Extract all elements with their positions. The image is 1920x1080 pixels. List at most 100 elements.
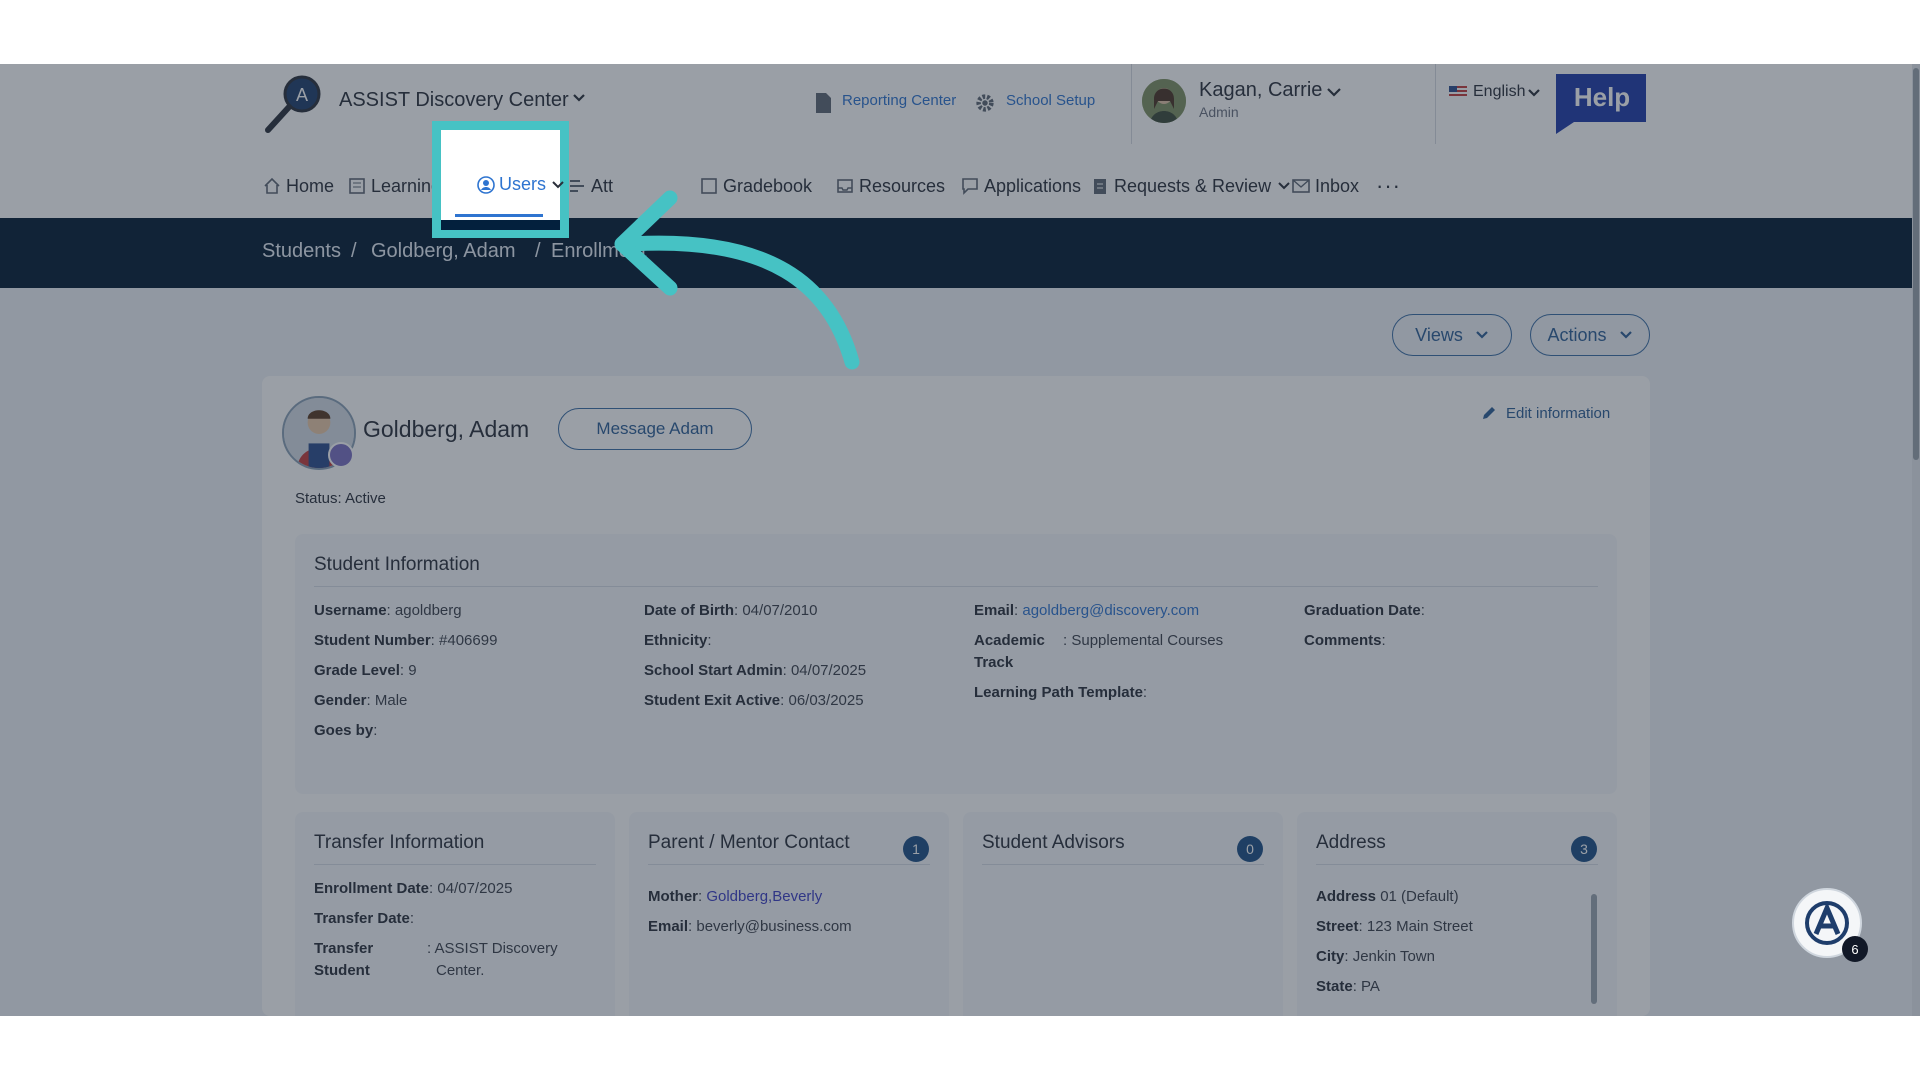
- student-profile-panel: Goldberg, Adam Message Adam Edit informa…: [262, 376, 1650, 1016]
- status-label: Status:: [295, 490, 342, 507]
- learning-path-template-field: Learning Path Template:: [974, 684, 1148, 701]
- transfer-student-value-2: Center.: [436, 962, 485, 979]
- user-avatar[interactable]: [1142, 79, 1186, 123]
- school-start-field: School Start Admin: 04/07/2025: [644, 662, 867, 679]
- book-icon: [349, 178, 365, 194]
- nav-more-button[interactable]: ···: [1376, 154, 1401, 218]
- attendance-icon: [570, 180, 584, 192]
- scrollbar-thumb[interactable]: [1913, 68, 1919, 460]
- card-title: Address: [1316, 832, 1386, 853]
- main-content: Views Actions Goldberg, Adam Message Ada…: [0, 288, 1920, 1016]
- reporting-center-link[interactable]: Reporting Center: [842, 92, 956, 109]
- card-scrollbar[interactable]: [1591, 894, 1597, 1004]
- nav-learning-label: Learning: [371, 175, 442, 196]
- gear-icon: [976, 94, 994, 112]
- goes-by-field: Goes by:: [314, 722, 378, 739]
- chevron-down-icon: [1476, 331, 1488, 339]
- breadcrumb-students[interactable]: Students: [262, 240, 341, 263]
- divider: [648, 864, 930, 865]
- breadcrumb-separator: /: [351, 240, 357, 262]
- actions-label: Actions: [1547, 324, 1607, 345]
- nav-applications-label: Applications: [984, 175, 1082, 196]
- chevron-down-icon: [1278, 182, 1290, 190]
- nav-requests-label: Requests & Review: [1114, 175, 1272, 196]
- breadcrumb: Students / Goldberg, Adam / Enrollment: [0, 218, 1920, 288]
- username-field: Username: agoldberg: [314, 602, 462, 619]
- nav-users-item[interactable]: Users: [477, 174, 566, 195]
- views-dropdown[interactable]: Views: [1392, 314, 1512, 356]
- document-icon: [816, 93, 831, 113]
- curved-arrow-icon: [614, 190, 860, 370]
- top-bar: A ASSIST Discovery Center Reporting Cent…: [0, 64, 1920, 154]
- app-window: A ASSIST Discovery Center Reporting Cent…: [0, 64, 1920, 1016]
- transfer-information-card: Transfer Information Enrollment Date: 04…: [295, 812, 615, 1016]
- nav-applications[interactable]: Applications: [961, 154, 1081, 218]
- student-advisors-card: Student Advisors 0: [963, 812, 1283, 1016]
- breadcrumb-separator: /: [535, 240, 541, 262]
- state-field: State: PA: [1316, 978, 1380, 995]
- nav-users[interactable]: Users: [441, 130, 564, 230]
- nav-requests-review[interactable]: Requests & Review: [1091, 154, 1292, 218]
- chevron-down-icon[interactable]: [571, 90, 587, 106]
- user-role: Admin: [1199, 104, 1239, 120]
- transfer-date-field: Transfer Date:: [314, 910, 415, 927]
- parent-email-field: Email: beverly@business.com: [648, 918, 852, 935]
- gender-field: Gender: Male: [314, 692, 408, 709]
- nav-home[interactable]: Home: [263, 154, 334, 218]
- highlight-box: Users: [432, 121, 569, 238]
- student-information-card: Student Information Username: agoldberg …: [295, 534, 1617, 794]
- help-label: Help: [1574, 82, 1630, 112]
- app-title[interactable]: ASSIST Discovery Center: [339, 89, 569, 112]
- page-scrollbar[interactable]: [1912, 64, 1920, 1016]
- email-link[interactable]: agoldberg@discovery.com: [1022, 602, 1199, 619]
- graduation-date-field: Graduation Date:: [1304, 602, 1425, 619]
- chevron-down-icon[interactable]: [1526, 85, 1542, 101]
- academic-track-label-2: Track: [974, 654, 1014, 671]
- school-setup-link[interactable]: School Setup: [1006, 92, 1095, 109]
- edit-information-label: Edit information: [1506, 404, 1611, 422]
- user-name[interactable]: Kagan, Carrie: [1199, 79, 1322, 102]
- divider: [314, 864, 596, 865]
- svg-text:A: A: [296, 85, 308, 105]
- magnifier-logo-icon[interactable]: A: [262, 70, 328, 136]
- edit-information-link[interactable]: Edit information: [1480, 404, 1610, 422]
- divider: [1131, 64, 1132, 144]
- nav-home-label: Home: [286, 175, 335, 196]
- pencil-icon: [1483, 407, 1495, 419]
- home-icon: [264, 177, 280, 194]
- mother-link[interactable]: Goldberg,Beverly: [706, 888, 822, 905]
- message-student-button[interactable]: Message Adam: [558, 408, 752, 450]
- views-label: Views: [1415, 324, 1463, 345]
- chevron-down-icon[interactable]: [1325, 83, 1343, 101]
- us-flag-icon: [1449, 86, 1467, 98]
- grade-level-field: Grade Level: 9: [314, 662, 417, 679]
- avatar-edit-icon[interactable]: [328, 442, 354, 468]
- transfer-student-value: : ASSIST Discovery: [427, 940, 558, 957]
- count-badge: 1: [903, 836, 929, 862]
- mother-field: Mother: Goldberg,Beverly: [648, 888, 823, 905]
- address-card: Address 3 Address 01 (Default) Street: 1…: [1297, 812, 1617, 1016]
- breadcrumb-student[interactable]: Goldberg, Adam: [371, 240, 516, 263]
- card-title: Student Information: [314, 554, 480, 575]
- divider: [1435, 64, 1436, 144]
- count-badge: 0: [1237, 836, 1263, 862]
- notification-badge: 6: [1842, 936, 1868, 962]
- actions-dropdown[interactable]: Actions: [1530, 314, 1650, 356]
- student-exit-field: Student Exit Active: 06/03/2025: [644, 692, 864, 709]
- nav-inbox[interactable]: Inbox: [1292, 154, 1359, 218]
- nav-users-label: Users: [499, 174, 547, 194]
- divider: [982, 864, 1264, 865]
- academic-track-value: : Supplemental Courses: [1063, 632, 1224, 649]
- card-title: Parent / Mentor Contact: [648, 832, 850, 853]
- chat-bubble-icon: [962, 178, 978, 195]
- count-badge: 3: [1571, 836, 1597, 862]
- card-title: Transfer Information: [314, 832, 485, 853]
- language-selector[interactable]: English: [1473, 83, 1525, 101]
- city-field: City: Jenkin Town: [1316, 948, 1435, 965]
- transfer-student-label: Transfer: [314, 940, 374, 957]
- academic-track-label: Academic: [974, 632, 1045, 649]
- envelope-icon: [1292, 179, 1310, 193]
- breadcrumb-band: [441, 220, 560, 230]
- parent-mentor-card: Parent / Mentor Contact 1 Mother: Goldbe…: [629, 812, 949, 1016]
- help-button[interactable]: Help: [1552, 70, 1650, 136]
